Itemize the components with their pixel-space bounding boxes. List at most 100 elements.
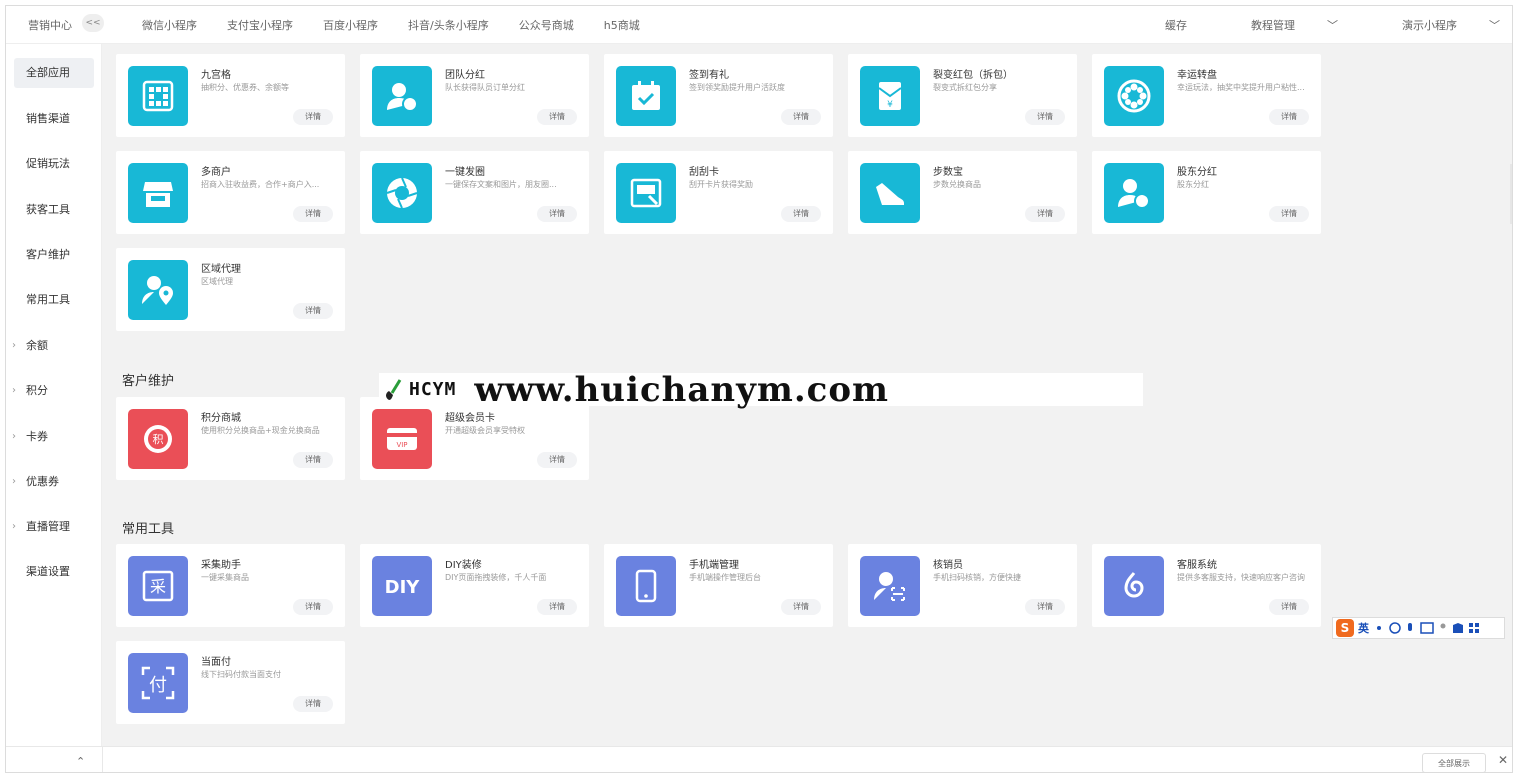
sidebar-item-live[interactable]: › 直播管理 xyxy=(12,512,94,542)
card-title: 采集助手 xyxy=(201,560,241,571)
detail-button[interactable]: 详情 xyxy=(293,303,333,319)
detail-button[interactable]: 详情 xyxy=(537,599,577,615)
demo-dropdown[interactable]: 演示小程序 ﹀ xyxy=(1370,17,1500,33)
sidebar-item-cards[interactable]: › 卡券 xyxy=(12,422,94,452)
card-description: 裂变式拆红包分享 xyxy=(933,83,997,92)
detail-button[interactable]: 详情 xyxy=(537,452,577,468)
chevron-down-icon: ﹀ xyxy=(1489,19,1500,32)
detail-button[interactable]: 详情 xyxy=(1025,599,1065,615)
sidebar-item-channel-settings[interactable]: 渠道设置 xyxy=(14,557,94,587)
card-title: 步数宝 xyxy=(933,167,963,178)
sidebar-item-label: 优惠券 xyxy=(26,475,59,488)
app-card-diy[interactable]: DIY DIY装修 DIY页面拖拽装修，千人千面 详情 xyxy=(360,544,589,627)
ime-toolbar[interactable]: S 英 xyxy=(1332,617,1505,639)
sidebar-item-points[interactable]: › 积分 xyxy=(12,376,94,406)
detail-button[interactable]: 详情 xyxy=(1025,206,1065,222)
detail-button[interactable]: 详情 xyxy=(537,109,577,125)
ime-language-toggle[interactable]: 英 xyxy=(1358,620,1369,636)
svg-text:积: 积 xyxy=(153,433,164,446)
sidebar-item-customer-care[interactable]: 客户维护 xyxy=(14,240,94,270)
chevron-right-icon: › xyxy=(12,476,16,487)
detail-button[interactable]: 详情 xyxy=(1269,206,1309,222)
detail-button[interactable]: 详情 xyxy=(293,109,333,125)
collapse-sidebar-button[interactable]: << xyxy=(82,14,104,32)
tab-douyin[interactable]: 抖音/头条小程序 xyxy=(408,17,489,33)
app-card-lucky-wheel[interactable]: 幸运转盘 幸运玩法，抽奖中奖提升用户粘性... 详情 xyxy=(1092,54,1321,137)
detail-button[interactable]: 详情 xyxy=(781,206,821,222)
card-description: 开通超级会员享受特权 xyxy=(445,426,525,435)
platform-tabs: 微信小程序 支付宝小程序 百度小程序 抖音/头条小程序 公众号商城 h5商城 xyxy=(142,17,670,33)
bottom-bar: ⌃ 全部展示 ✕ xyxy=(6,746,1512,772)
tab-alipay[interactable]: 支付宝小程序 xyxy=(227,17,293,33)
card-description: 提供多客服支持，快速响应客户咨询 xyxy=(1177,573,1305,582)
app-card-shareholder-bonus[interactable]: 股东分红 股东分红 详情 xyxy=(1092,151,1321,234)
sidebar-item-balance[interactable]: › 余额 xyxy=(12,331,94,361)
app-card-face-pay[interactable]: 付 当面付 线下扫码付款当面支付 详情 xyxy=(116,641,345,724)
tab-baidu[interactable]: 百度小程序 xyxy=(323,17,378,33)
card-description: 一键采集商品 xyxy=(201,573,249,582)
card-description: 幸运玩法，抽奖中奖提升用户粘性... xyxy=(1177,83,1305,92)
card-title: 客服系统 xyxy=(1177,560,1217,571)
sidebar-item-tools[interactable]: 常用工具 xyxy=(14,285,94,315)
tutorial-dropdown[interactable]: 教程管理 ﹀ xyxy=(1219,17,1338,33)
detail-button[interactable]: 详情 xyxy=(781,599,821,615)
chevron-right-icon: › xyxy=(12,521,16,532)
detail-button[interactable]: 详情 xyxy=(293,696,333,712)
shareholder-icon xyxy=(1104,163,1164,223)
detail-button[interactable]: 详情 xyxy=(293,599,333,615)
svg-text:VIP: VIP xyxy=(396,441,407,449)
detail-button[interactable]: 详情 xyxy=(1025,109,1065,125)
app-card-sign-in[interactable]: 签到有礼 签到领奖励提升用户活跃度 详情 xyxy=(604,54,833,137)
app-card-collector[interactable]: 采 采集助手 一键采集商品 详情 xyxy=(116,544,345,627)
app-card-team-bonus[interactable]: 团队分红 队长获得队员订单分红 详情 xyxy=(360,54,589,137)
detail-button[interactable]: 详情 xyxy=(1269,109,1309,125)
card-title: 当面付 xyxy=(201,657,231,668)
app-card-customer-service[interactable]: 客服系统 提供多客服支持，快速响应客户咨询 详情 xyxy=(1092,544,1321,627)
detail-button[interactable]: 详情 xyxy=(293,206,333,222)
card-title: 幸运转盘 xyxy=(1177,70,1217,81)
app-card-one-click-moments[interactable]: 一键发圈 一键保存文案和图片，朋友圈... 详情 xyxy=(360,151,589,234)
detail-button[interactable]: 详情 xyxy=(1269,599,1309,615)
card-title: 多商户 xyxy=(201,167,231,178)
caret-up-icon[interactable]: ⌃ xyxy=(76,755,85,768)
detail-button[interactable]: 详情 xyxy=(781,109,821,125)
chevron-right-icon: › xyxy=(12,431,16,442)
app-card-scratch-card[interactable]: 刮刮卡 刮开卡片获得奖励 详情 xyxy=(604,151,833,234)
diy-icon: DIY xyxy=(372,556,432,616)
cache-link[interactable]: 缓存 xyxy=(1165,17,1187,33)
sidebar-item-label: 卡券 xyxy=(26,430,48,443)
scratch-card-icon xyxy=(616,163,676,223)
sidebar-item-all-apps[interactable]: 全部应用 xyxy=(14,58,94,88)
wheel-icon xyxy=(1104,66,1164,126)
verifier-user-icon xyxy=(860,556,920,616)
tutorial-label: 教程管理 xyxy=(1251,19,1295,32)
tab-official-account[interactable]: 公众号商城 xyxy=(519,17,574,33)
app-card-red-packet[interactable]: ¥ 裂变红包（拆包） 裂变式拆红包分享 详情 xyxy=(848,54,1077,137)
app-card-step-counter[interactable]: 步数宝 步数兑换商品 详情 xyxy=(848,151,1077,234)
close-icon[interactable]: ✕ xyxy=(1498,753,1508,767)
detail-button[interactable]: 详情 xyxy=(293,452,333,468)
tab-wechat[interactable]: 微信小程序 xyxy=(142,17,197,33)
show-all-button[interactable]: 全部展示 xyxy=(1422,753,1486,772)
card-description: 手机端操作管理后台 xyxy=(689,573,761,582)
app-card-regional-agent[interactable]: 区域代理 区域代理 详情 xyxy=(116,248,345,331)
card-description: 步数兑换商品 xyxy=(933,180,981,189)
sidebar-item-coupons[interactable]: › 优惠券 xyxy=(12,467,94,497)
card-title: 股东分红 xyxy=(1177,167,1217,178)
team-user-icon xyxy=(372,66,432,126)
sidebar-item-sales-channel[interactable]: 销售渠道 xyxy=(14,104,94,134)
app-card-jiugongge[interactable]: 九宫格 抽积分、优惠券、余额等 详情 xyxy=(116,54,345,137)
tab-h5[interactable]: h5商城 xyxy=(604,17,640,33)
app-card-mobile-admin[interactable]: 手机端管理 手机端操作管理后台 详情 xyxy=(604,544,833,627)
card-title: 手机端管理 xyxy=(689,560,739,571)
sidebar-item-acquisition[interactable]: 获客工具 xyxy=(14,195,94,225)
shovel-icon xyxy=(386,378,402,400)
chevron-down-icon: ﹀ xyxy=(1327,19,1338,32)
app-card-points-mall[interactable]: 积 积分商城 使用积分兑换商品+现金兑换商品 详情 xyxy=(116,397,345,480)
app-card-multi-merchant[interactable]: 多商户 招商入驻收益费，合作+商户入... 详情 xyxy=(116,151,345,234)
sidebar-item-promotion[interactable]: 促销玩法 xyxy=(14,149,94,179)
detail-button[interactable]: 详情 xyxy=(537,206,577,222)
scrollbar[interactable] xyxy=(1510,164,1512,224)
svg-text:付: 付 xyxy=(149,675,167,696)
app-card-verifier[interactable]: 核销员 手机扫码核销，方便快捷 详情 xyxy=(848,544,1077,627)
